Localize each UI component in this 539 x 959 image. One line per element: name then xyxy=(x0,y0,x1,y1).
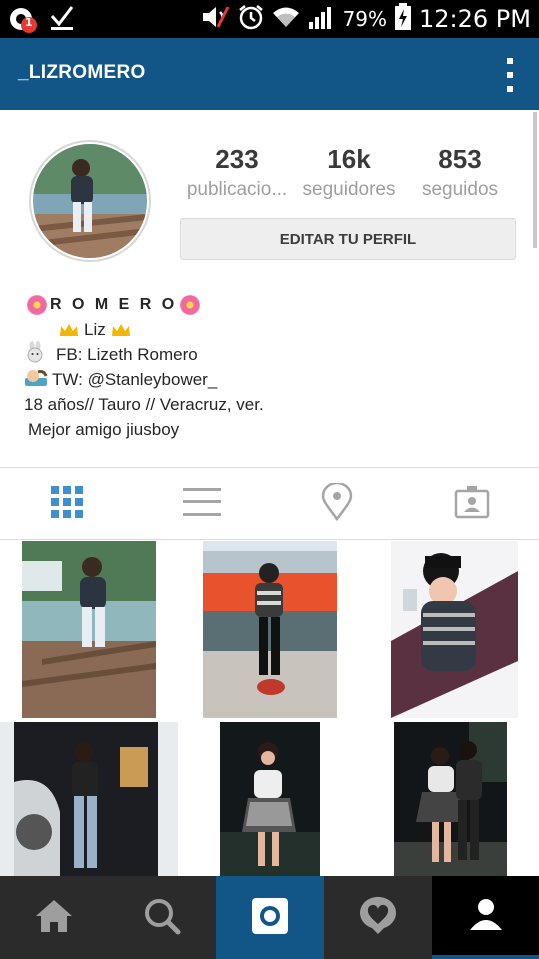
status-bar: 1 79% 12:26 PM xyxy=(0,0,539,38)
battery-charging-icon xyxy=(394,3,412,35)
more-options-icon[interactable] xyxy=(505,58,515,92)
bio-line-5: 18 años// Tauro // Veracruz, ver. xyxy=(24,394,264,414)
stat-followers[interactable]: 16k seguidores xyxy=(296,144,402,201)
profile-bio: R O M E R O Liz FB: Lizeth Romero TW: @S… xyxy=(24,292,504,442)
muted-volume-icon xyxy=(201,4,231,34)
nav-camera[interactable] xyxy=(216,876,324,959)
flower-icon xyxy=(27,294,47,315)
crown-icon xyxy=(111,323,131,337)
divider xyxy=(0,467,539,468)
bio-nickname: Liz xyxy=(84,319,106,339)
bio-facebook: FB: Lizeth Romero xyxy=(56,344,198,364)
nav-search[interactable] xyxy=(108,876,216,959)
flower-icon xyxy=(180,294,201,315)
rabbit-icon xyxy=(24,341,46,368)
search-icon xyxy=(143,897,181,939)
profile-username: _LIZROMERO xyxy=(18,62,146,83)
followers-count: 16k xyxy=(327,144,371,174)
instagram-profile-screen: 1 79% 12:26 PM _LIZROMERO 233 publicacio… xyxy=(0,0,539,959)
photo-thumbnail[interactable] xyxy=(22,541,156,718)
posts-count: 233 xyxy=(215,144,259,174)
stat-posts[interactable]: 233 publicacio... xyxy=(179,144,295,201)
camera-icon xyxy=(250,896,290,940)
home-icon xyxy=(34,898,74,938)
status-bar-left: 1 xyxy=(8,4,76,34)
posts-label: publicacio... xyxy=(186,179,288,200)
followers-label: seguidores xyxy=(302,179,396,200)
bio-name-line: R O M E R O xyxy=(24,292,504,317)
photo-thumbnail[interactable] xyxy=(394,722,507,876)
divider xyxy=(0,539,539,540)
bottom-navigation xyxy=(0,876,539,959)
alarm-icon xyxy=(238,4,264,34)
stat-following[interactable]: 853 seguidos xyxy=(404,144,516,201)
signal-icon xyxy=(308,4,336,34)
bio-line-2: Liz xyxy=(24,317,504,342)
tab-list-view[interactable] xyxy=(135,475,269,533)
photo-thumbnail[interactable] xyxy=(203,541,337,718)
photo-thumbnail[interactable] xyxy=(0,722,178,876)
tagged-person-icon xyxy=(454,485,490,523)
tab-grid-view[interactable] xyxy=(0,475,134,533)
face-massage-icon xyxy=(24,366,48,393)
app-bar: _LIZROMERO xyxy=(0,38,539,110)
bio-twitter: TW: @Stanleybower_ xyxy=(52,369,218,389)
battery-percent: 79% xyxy=(342,7,388,31)
wifi-icon xyxy=(271,5,301,33)
tab-location-view[interactable] xyxy=(270,475,404,533)
check-icon xyxy=(48,3,76,35)
clock-time: 12:26 PM xyxy=(419,5,531,33)
grid-icon xyxy=(50,485,84,523)
following-count: 853 xyxy=(438,144,482,174)
nav-home[interactable] xyxy=(0,876,108,959)
nav-profile[interactable] xyxy=(432,876,539,959)
profile-avatar[interactable] xyxy=(33,144,147,258)
nav-activity[interactable] xyxy=(324,876,432,959)
bio-line-4: TW: @Stanleybower_ xyxy=(24,367,504,392)
following-label: seguidos xyxy=(421,179,499,200)
activity-heart-icon xyxy=(358,896,398,940)
bio-line-6: Mejor amigo jiusboy xyxy=(28,419,180,439)
tab-tagged-view[interactable] xyxy=(405,475,539,533)
status-bar-right: 79% 12:26 PM xyxy=(201,3,531,35)
photo-thumbnail[interactable] xyxy=(391,541,518,718)
bio-line-3: FB: Lizeth Romero xyxy=(24,341,504,368)
bio-name: R O M E R O xyxy=(50,295,178,313)
notification-count: 1 xyxy=(25,16,33,29)
location-pin-icon xyxy=(321,481,353,525)
scrollbar[interactable] xyxy=(533,112,537,248)
list-icon xyxy=(183,486,221,522)
photo-thumbnail[interactable] xyxy=(220,722,320,876)
edit-profile-button[interactable]: EDITAR TU PERFIL xyxy=(180,218,516,260)
profile-person-icon xyxy=(468,896,504,936)
notification-badge-icon: 1 xyxy=(8,4,38,34)
crown-icon xyxy=(59,323,79,337)
